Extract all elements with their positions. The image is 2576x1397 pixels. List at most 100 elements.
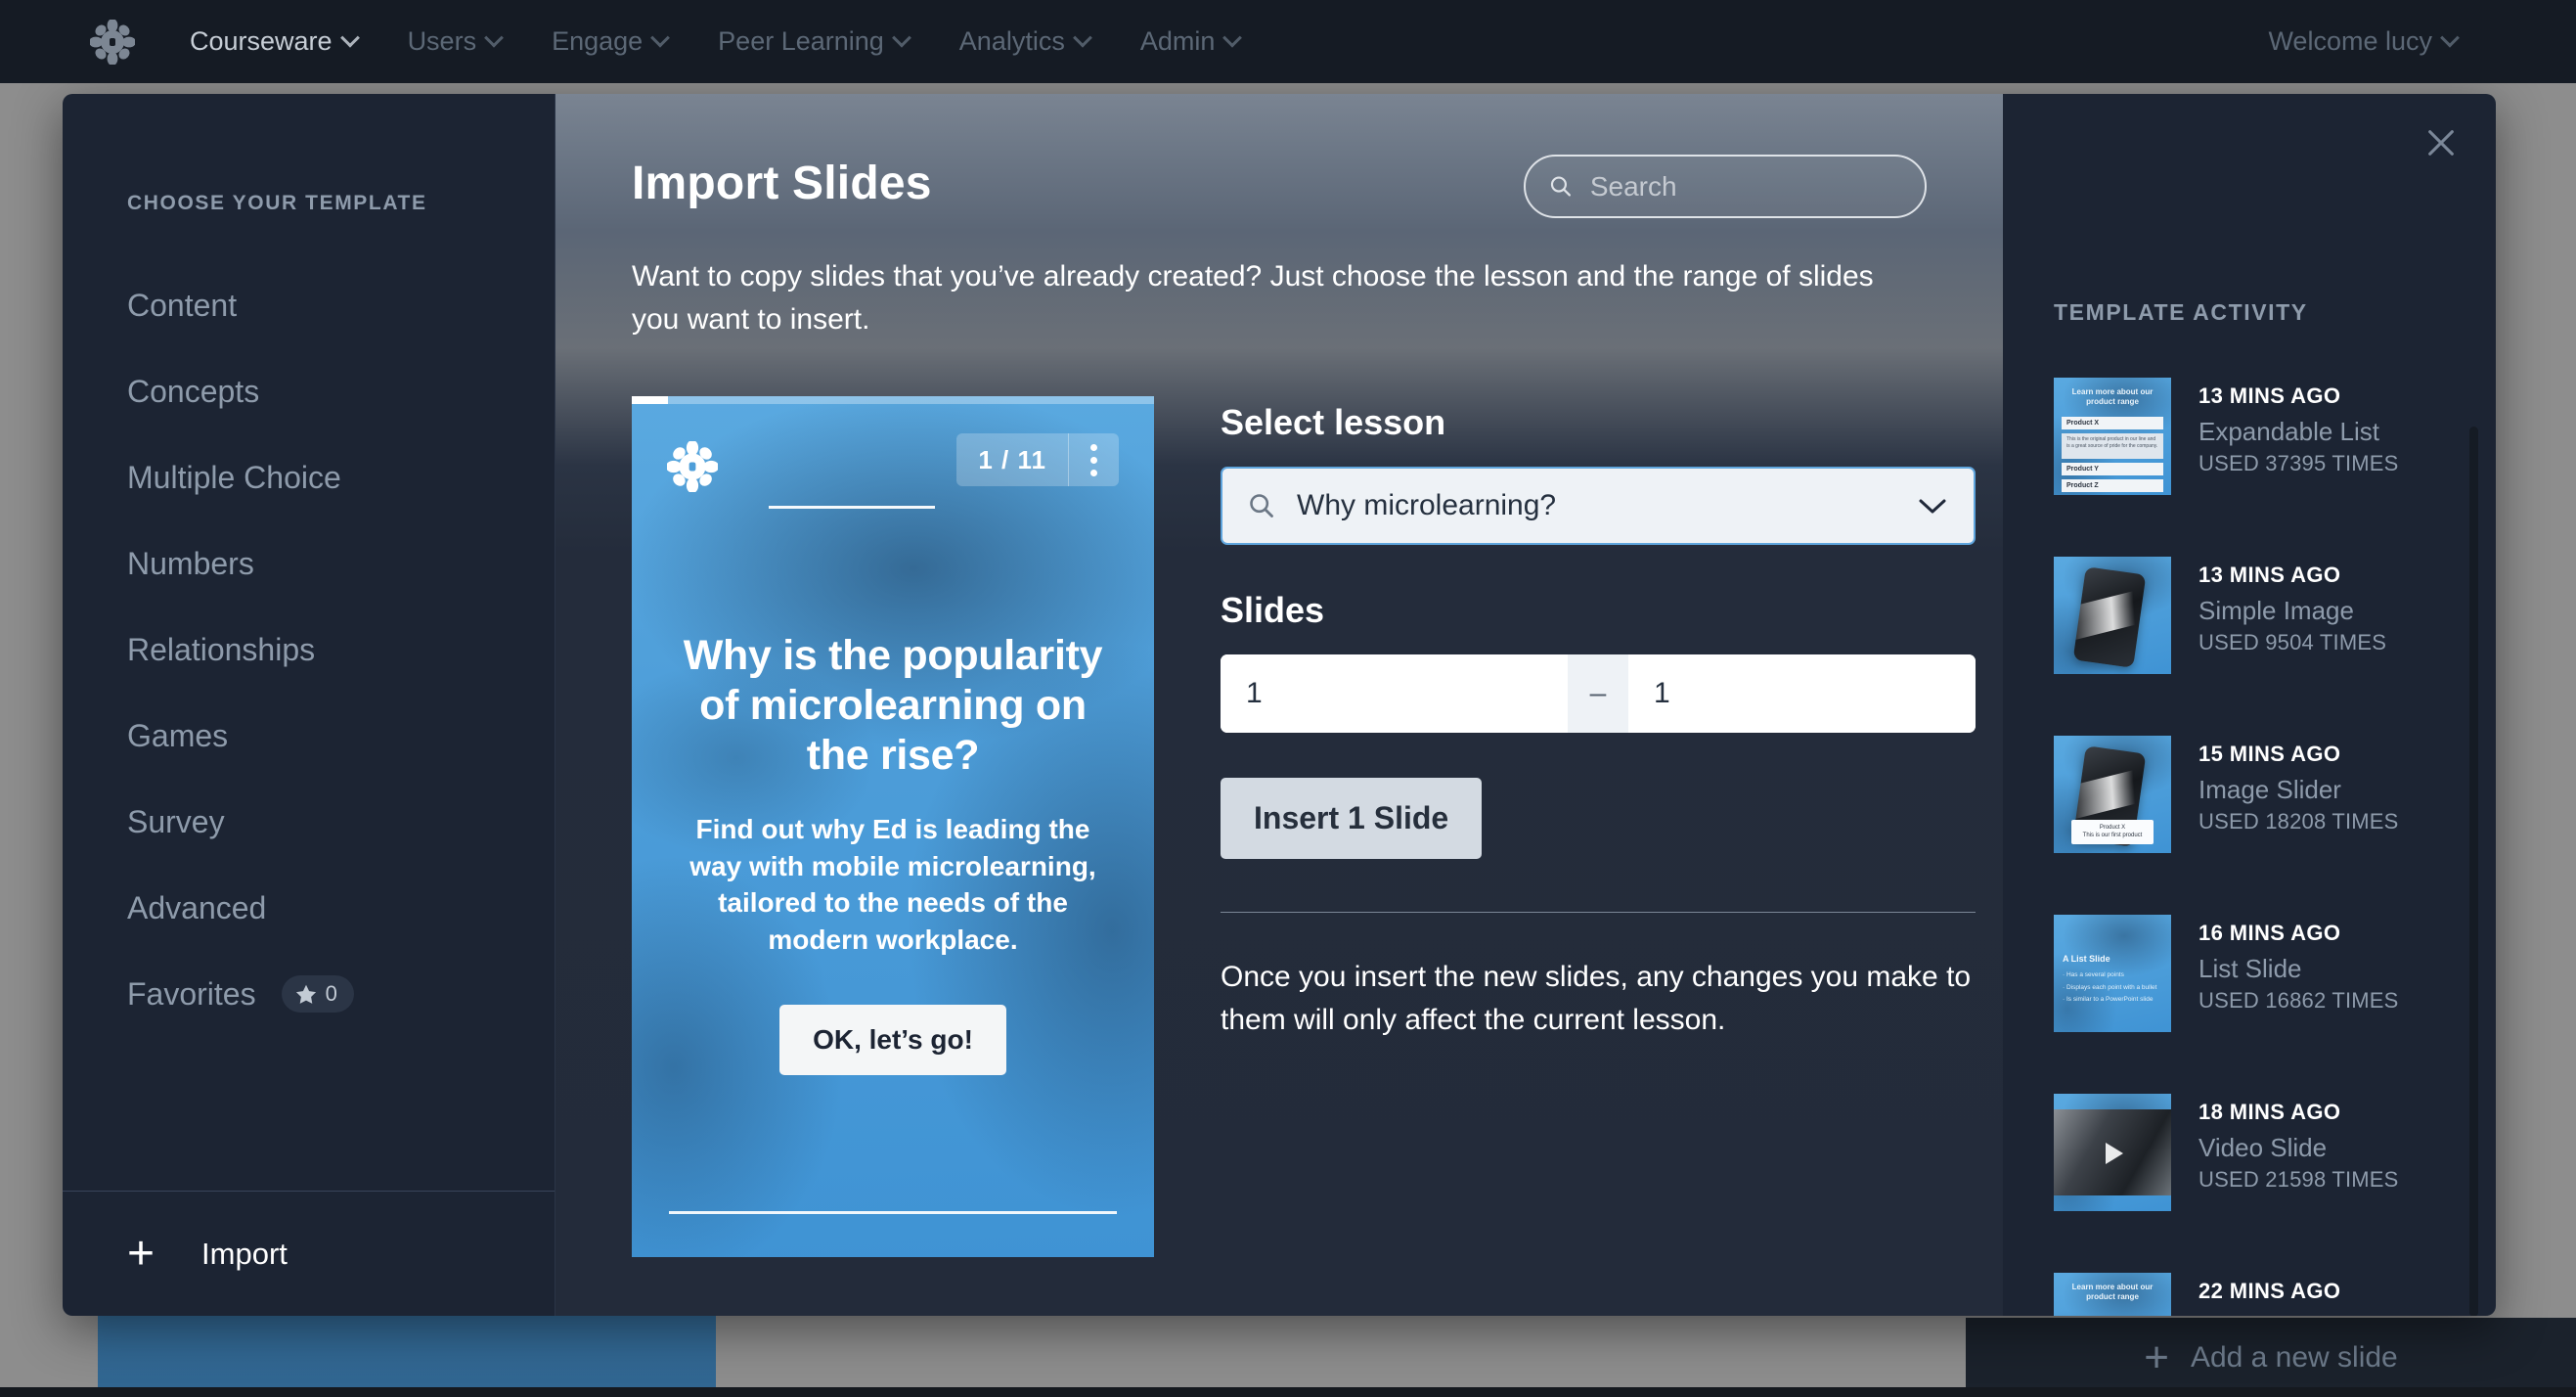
activity-item[interactable]: 13 MINS AGO Simple Image USED 9504 TIMES: [2054, 557, 2445, 736]
activity-item[interactable]: Learn more about our product range Produ…: [2054, 378, 2445, 557]
activity-usage-count: USED 18208 TIMES: [2198, 809, 2399, 834]
activity-timestamp: 13 MINS AGO: [2198, 383, 2341, 408]
nav-item-users[interactable]: Users: [382, 26, 527, 57]
slide-footer-rule: [669, 1211, 1117, 1215]
nav-item-label: Engage: [552, 26, 644, 56]
insert-slide-button[interactable]: Insert 1 Slide: [1221, 778, 1483, 860]
slide-subtitle: Find out why Ed is leading the way with …: [689, 814, 1096, 955]
nav-item-peer-learning[interactable]: Peer Learning: [692, 26, 934, 57]
activity-timestamp: 22 MINS AGO: [2198, 1279, 2341, 1303]
nav-item-engage[interactable]: Engage: [526, 26, 692, 57]
import-form: Select lesson Why microlearning? Slides: [1221, 396, 1976, 1257]
activity-template-name: Video Slide: [2198, 1133, 2328, 1162]
add-a-new-slide-button[interactable]: + Add a new slide: [1966, 1318, 2576, 1397]
form-divider: [1221, 912, 1976, 914]
flower-gear-logo: [665, 440, 720, 494]
thumbnail-label-line1: Product X: [2099, 824, 2126, 831]
template-thumbnail-reveal: Learn more about our product range Produ…: [2054, 1273, 2171, 1316]
slides-range-inputs: 1 – 1: [1221, 654, 1976, 734]
sidebar-item-multiple-choice[interactable]: Multiple Choice: [63, 434, 555, 520]
chevron-down-icon: [650, 27, 671, 48]
slide-title: Why is the popularity of microlearning o…: [683, 632, 1103, 779]
template-sidebar-heading: CHOOSE YOUR TEMPLATE: [127, 192, 427, 214]
slide-cta-button[interactable]: OK, let’s go!: [779, 1005, 1006, 1076]
flower-gear-logo[interactable]: [90, 19, 135, 65]
activity-template-name: Reveal: [2198, 1312, 2399, 1316]
sidebar-item-games[interactable]: Games: [63, 693, 555, 779]
sidebar-item-label: Numbers: [127, 545, 254, 581]
nav-item-label: Peer Learning: [718, 26, 884, 56]
activity-usage-count: USED 37395 TIMES: [2198, 451, 2399, 475]
activity-usage-count: USED 21598 TIMES: [2198, 1167, 2399, 1192]
slides-range-dash: –: [1568, 654, 1628, 734]
activity-usage-count: USED 16862 TIMES: [2198, 988, 2399, 1013]
sidebar-item-label: Concepts: [127, 373, 260, 409]
plus-icon: +: [2144, 1332, 2169, 1381]
import-slides-main-panel: Import Slides Want to copy slides that y…: [555, 94, 2003, 1316]
thumbnail-paragraph: This is the original product in our line…: [2062, 433, 2163, 459]
thumbnail-bullet: · Has a several points: [2063, 971, 2124, 978]
chevron-down-icon: [1222, 27, 1243, 48]
activity-timestamp: 13 MINS AGO: [2198, 563, 2341, 587]
sidebar-item-advanced[interactable]: Advanced: [63, 865, 555, 951]
template-activity-list: Learn more about our product range Produ…: [2003, 378, 2496, 1316]
sidebar-item-favorites[interactable]: Favorites 0: [63, 951, 555, 1037]
user-menu-label: Welcome lucy: [2268, 26, 2432, 56]
activity-item[interactable]: 18 MINS AGO Video Slide USED 21598 TIMES: [2054, 1094, 2445, 1273]
activity-item[interactable]: A List Slide · Has a several points · Di…: [2054, 915, 2445, 1094]
chevron-down-icon: [891, 27, 911, 48]
slides-label: Slides: [1221, 590, 1325, 631]
nav-item-courseware[interactable]: Courseware: [164, 26, 382, 57]
activity-item[interactable]: Product X This is our first product 15 M…: [2054, 736, 2445, 915]
chevron-down-icon: [484, 27, 504, 48]
close-icon[interactable]: [2420, 121, 2463, 164]
user-menu[interactable]: Welcome lucy: [2243, 26, 2482, 57]
activity-item[interactable]: Learn more about our product range Produ…: [2054, 1273, 2445, 1316]
bottom-bar: [0, 1387, 2576, 1397]
search-icon: [1550, 176, 1571, 197]
thumbnail-label-card: Product X This is our first product: [2071, 819, 2154, 844]
slide-body: Why is the popularity of microlearning o…: [632, 631, 1154, 1076]
nav-item-label: Users: [407, 26, 477, 56]
slide-preview-card[interactable]: 1 / 11 Why is the popularity of microlea…: [632, 396, 1154, 1258]
slides-to-input[interactable]: 1: [1628, 654, 1976, 734]
thumbnail-row: Product Z: [2062, 479, 2163, 492]
sidebar-item-label: Survey: [127, 803, 225, 839]
thumbnail-title: A List Slide: [2063, 954, 2110, 964]
activity-template-name: List Slide: [2198, 954, 2302, 983]
template-thumbnail-simple-image: [2054, 557, 2171, 674]
activity-template-name: Simple Image: [2198, 596, 2354, 625]
sidebar-item-survey[interactable]: Survey: [63, 779, 555, 865]
activity-timestamp: 16 MINS AGO: [2198, 921, 2341, 945]
kebab-menu-icon[interactable]: [1069, 433, 1119, 486]
slide-counter-control[interactable]: 1 / 11: [956, 433, 1119, 487]
content-row: 1 / 11 Why is the popularity of microlea…: [632, 396, 1976, 1258]
chevron-down-icon[interactable]: [1917, 496, 1948, 516]
search-box[interactable]: [1524, 155, 1927, 218]
lesson-select-value: Why microlearning?: [1297, 489, 1557, 522]
sidebar-item-relationships[interactable]: Relationships: [63, 607, 555, 693]
nav-item-admin[interactable]: Admin: [1115, 26, 1266, 57]
sidebar-item-content[interactable]: Content: [63, 262, 555, 348]
lesson-select-dropdown[interactable]: Why microlearning?: [1221, 467, 1976, 546]
sidebar-item-concepts[interactable]: Concepts: [63, 348, 555, 434]
form-note: Once you insert the new slides, any chan…: [1221, 961, 1972, 1036]
import-button[interactable]: + Import: [63, 1191, 555, 1316]
thumbnail-label-line2: This is our first product: [2082, 833, 2143, 839]
nav-item-analytics[interactable]: Analytics: [934, 26, 1115, 57]
activity-timestamp: 15 MINS AGO: [2198, 742, 2341, 766]
slides-from-input[interactable]: 1: [1221, 654, 1568, 734]
star-icon: [295, 984, 316, 1004]
sidebar-item-label: Multiple Choice: [127, 459, 341, 495]
nav-item-label: Courseware: [190, 26, 333, 56]
sidebar-item-numbers[interactable]: Numbers: [63, 520, 555, 607]
template-activity-panel: TEMPLATE ACTIVITY Learn more about our p…: [2003, 94, 2496, 1316]
intro-description: Want to copy slides that you’ve already …: [632, 260, 1874, 337]
background-slide-thumbnail: [98, 1304, 716, 1397]
search-input[interactable]: [1589, 170, 1901, 203]
import-slides-modal: CHOOSE YOUR TEMPLATE Content Concepts Mu…: [63, 94, 2496, 1316]
activity-template-name: Image Slider: [2198, 775, 2341, 804]
nav-item-label: Analytics: [958, 26, 1065, 56]
thumbnail-row: Product X: [2062, 417, 2163, 429]
sidebar-item-label: Games: [127, 717, 229, 753]
